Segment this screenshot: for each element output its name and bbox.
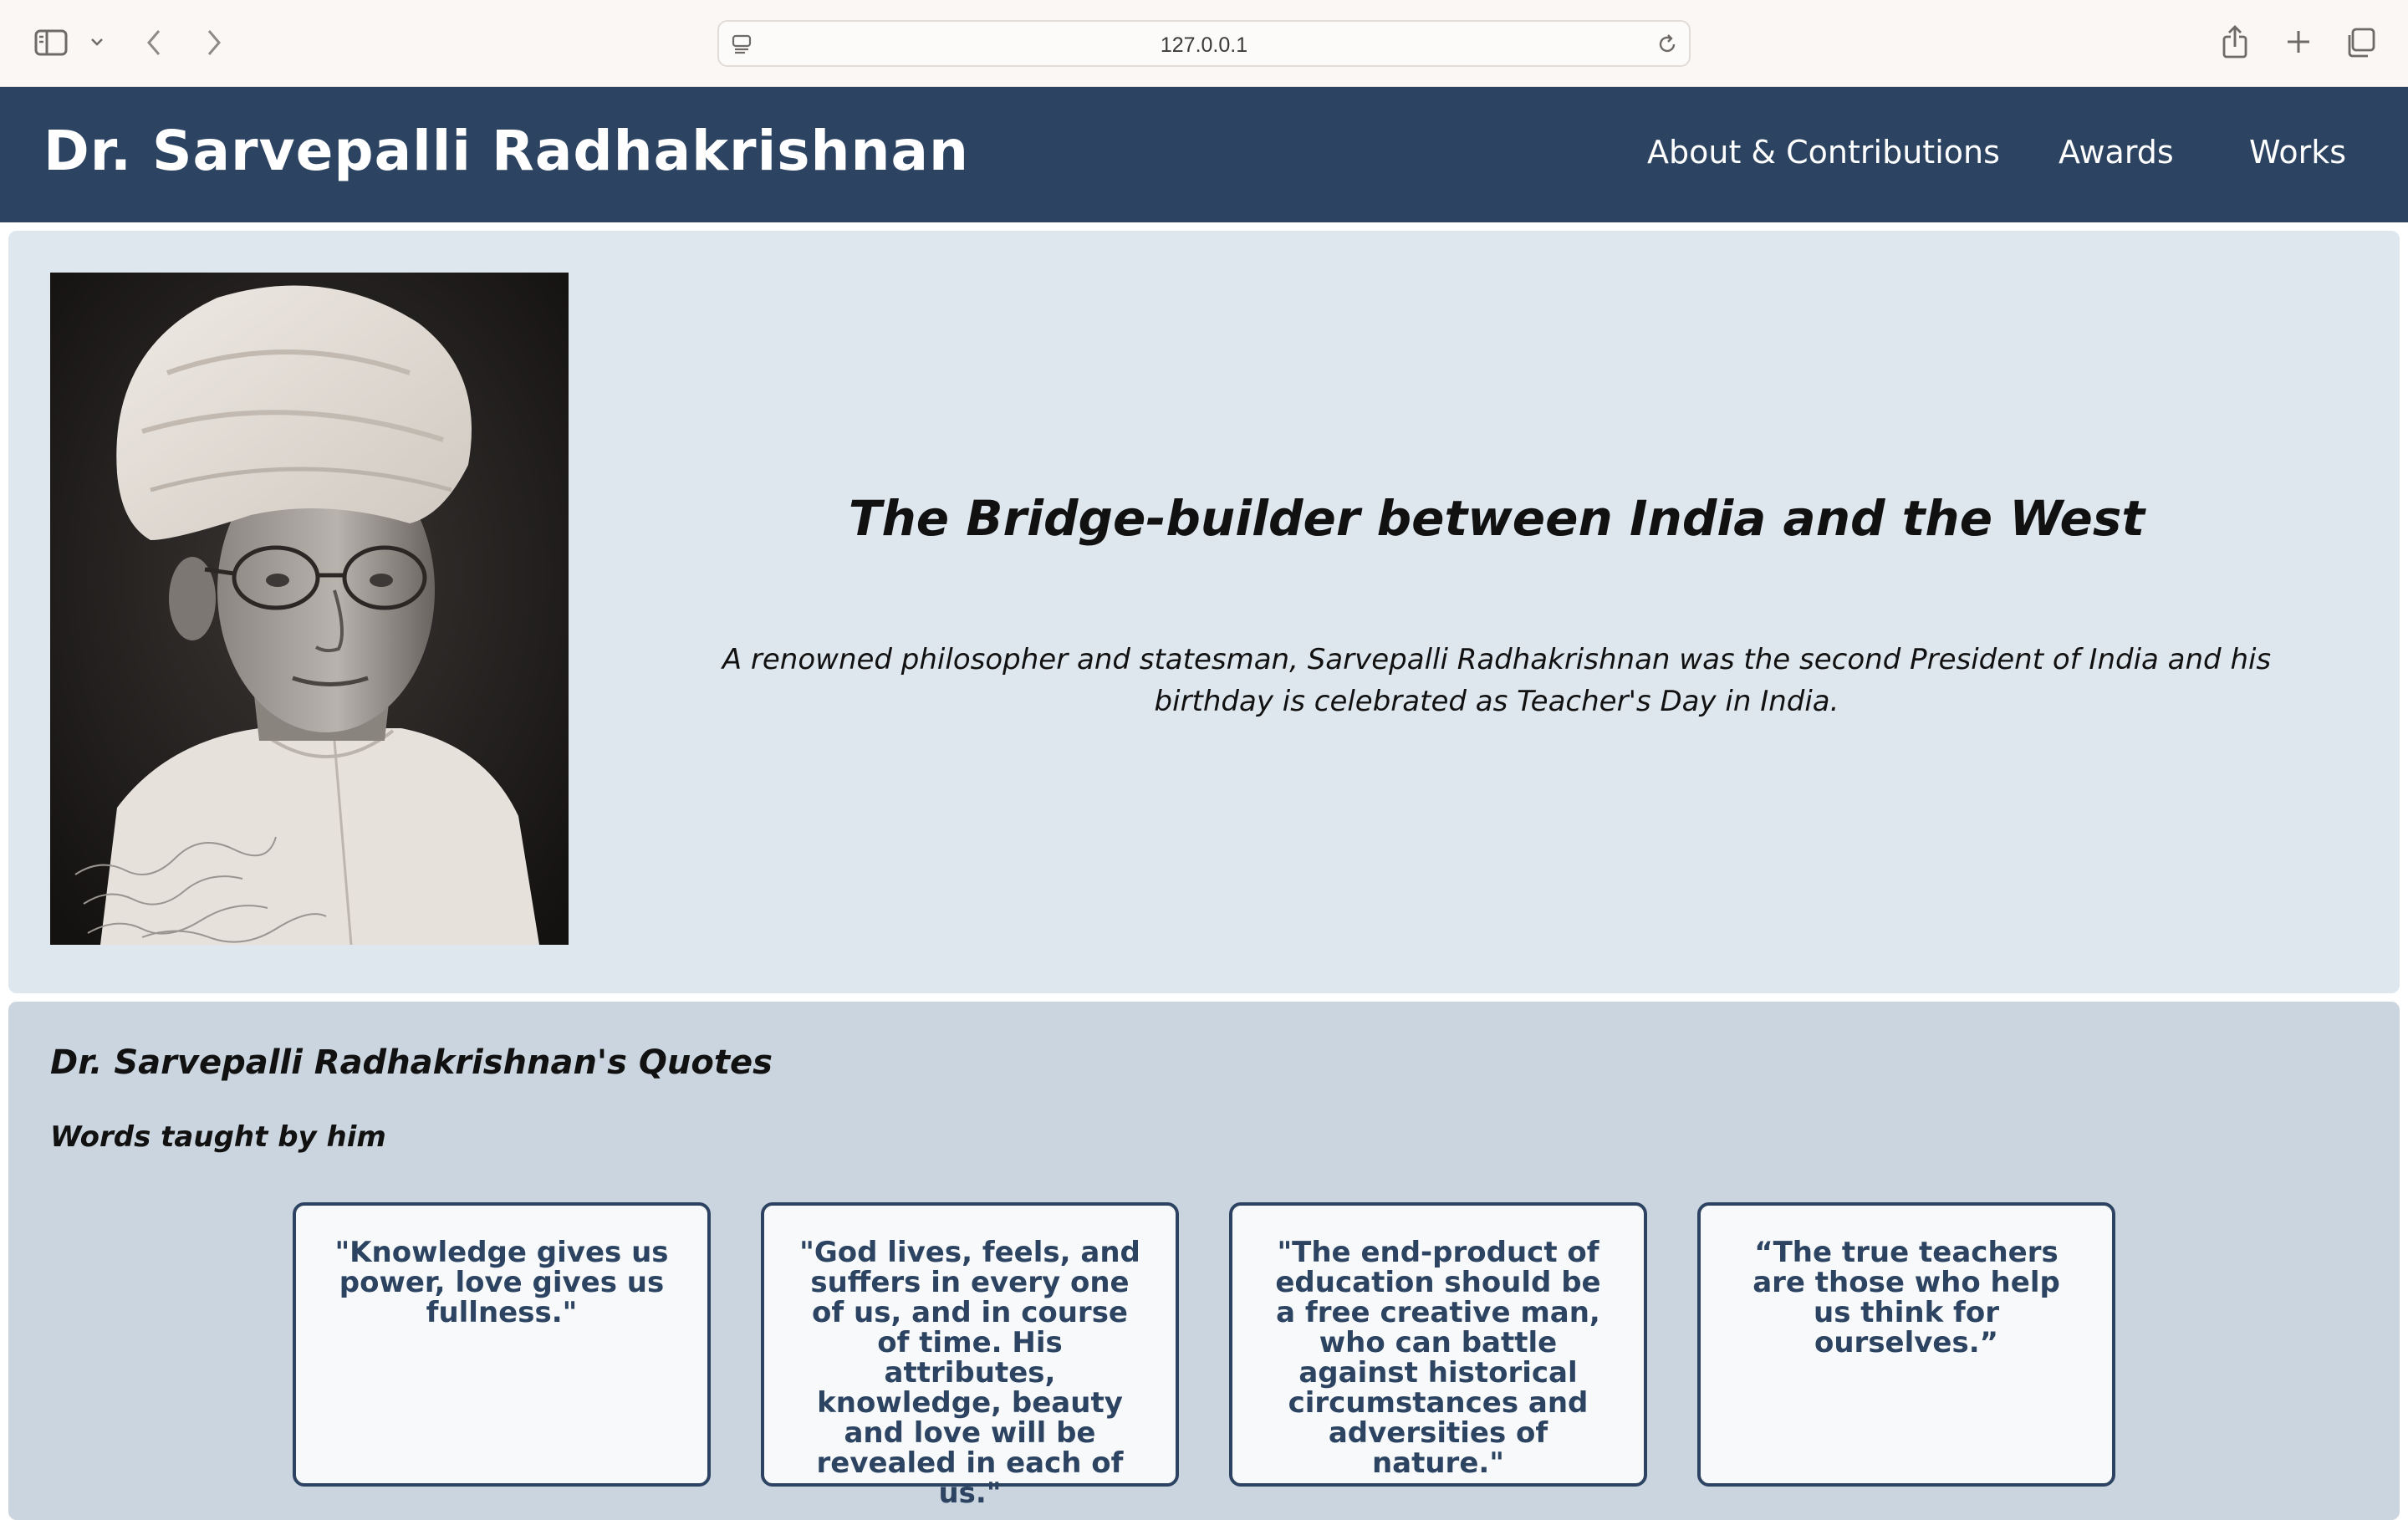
quote-card: "The end-product of education should be … — [1229, 1202, 1647, 1487]
site-title[interactable]: Dr. Sarvepalli Radhakrishnan — [43, 119, 969, 183]
hero-description: A renowned philosopher and statesman, Sa… — [722, 643, 2272, 718]
share-icon[interactable] — [2219, 22, 2251, 62]
forward-icon[interactable] — [199, 25, 229, 60]
tab-overview-icon[interactable] — [2343, 25, 2378, 60]
hero-section: The Bridge-builder between India and the… — [8, 231, 2400, 993]
quotes-subtitle: Words taught by him — [50, 1120, 386, 1154]
address-bar[interactable]: 127.0.0.1 — [717, 20, 1691, 67]
quote-card: “The true teachers are those who help us… — [1697, 1202, 2115, 1487]
nav-awards[interactable]: Awards — [2059, 134, 2174, 171]
quotes-title: Dr. Sarvepalli Radhakrishnan's Quotes — [50, 1043, 773, 1082]
back-icon[interactable] — [139, 25, 169, 60]
site-header: Dr. Sarvepalli Radhakrishnan About & Con… — [0, 87, 2408, 222]
new-tab-icon[interactable] — [2283, 25, 2314, 59]
nav-about-contributions[interactable]: About & Contributions — [1647, 134, 2000, 171]
reload-icon[interactable] — [1656, 33, 1679, 59]
hero-heading: The Bridge-builder between India and the… — [848, 490, 2145, 547]
url-text: 127.0.0.1 — [1160, 33, 1248, 57]
quote-card: "Knowledge gives us power, love gives us… — [293, 1202, 711, 1487]
chevron-down-icon[interactable] — [87, 32, 107, 52]
portrait-photo — [50, 273, 569, 945]
sidebar-toggle-icon[interactable] — [32, 25, 70, 60]
nav-works[interactable]: Works — [2249, 134, 2346, 171]
browser-toolbar: 127.0.0.1 — [0, 0, 2408, 87]
quotes-section: Dr. Sarvepalli Radhakrishnan's Quotes Wo… — [8, 1002, 2400, 1520]
quote-card: "God lives, feels, and suffers in every … — [761, 1202, 1179, 1508]
